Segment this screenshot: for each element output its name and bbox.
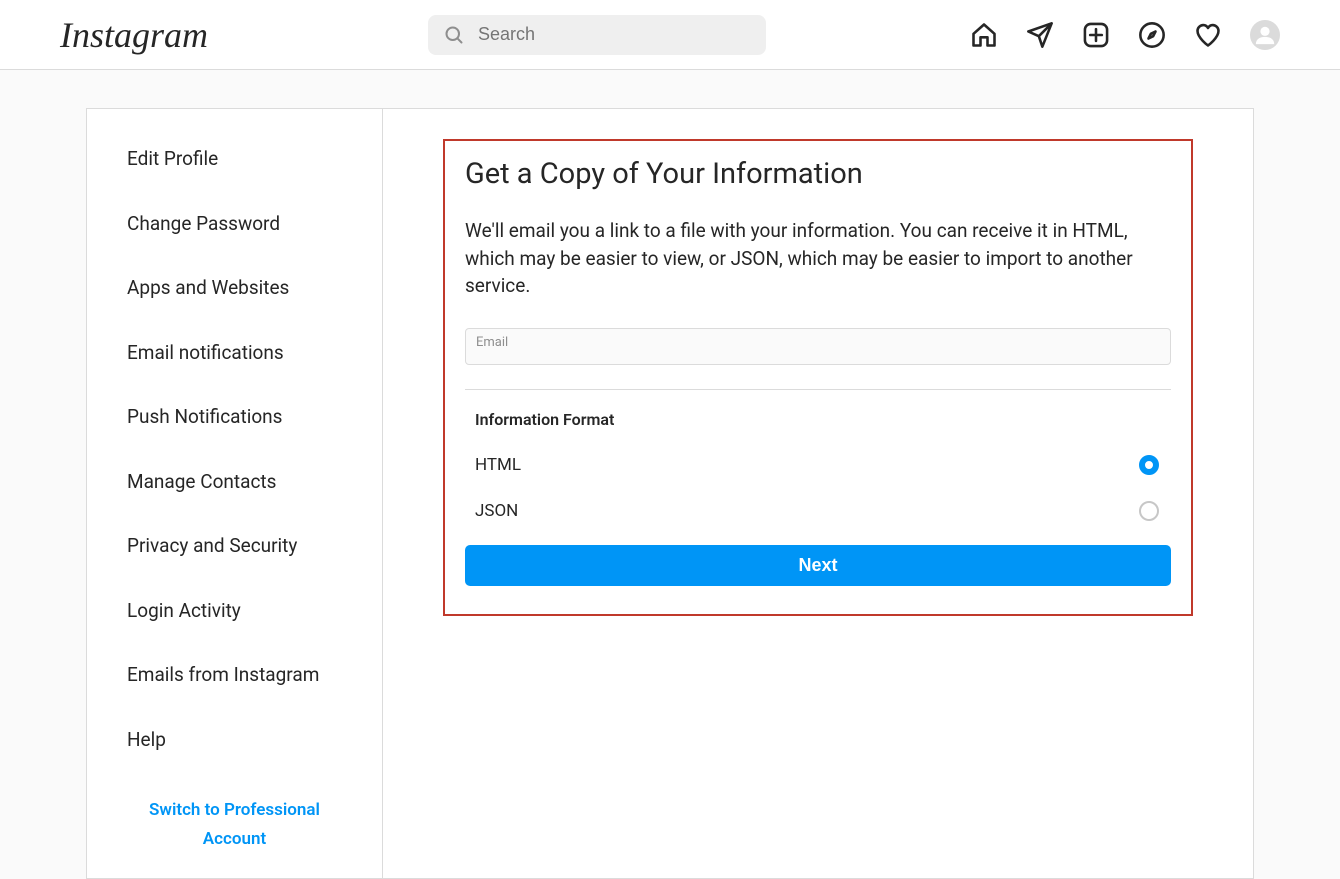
format-option-html[interactable]: HTML <box>465 447 1171 483</box>
nav-icons <box>970 20 1280 50</box>
page-title: Get a Copy of Your Information <box>465 157 1171 191</box>
top-nav: Instagram <box>0 0 1340 70</box>
home-icon[interactable] <box>970 21 998 49</box>
instagram-logo[interactable]: Instagram <box>60 14 208 56</box>
search-box[interactable] <box>428 15 766 55</box>
format-header: Information Format <box>475 410 1161 429</box>
new-post-icon[interactable] <box>1082 21 1110 49</box>
sidebar-item-change-password[interactable]: Change Password <box>87 192 382 257</box>
sidebar-item-edit-profile[interactable]: Edit Profile <box>87 127 382 192</box>
search-icon <box>444 25 464 45</box>
sidebar-item-manage-contacts[interactable]: Manage Contacts <box>87 450 382 515</box>
format-option-html-label: HTML <box>475 455 521 475</box>
settings-container: Edit Profile Change Password Apps and We… <box>86 108 1254 879</box>
next-button[interactable]: Next <box>465 545 1171 586</box>
activity-heart-icon[interactable] <box>1194 21 1222 49</box>
switch-professional-link[interactable]: Switch to Professional Account <box>87 772 382 878</box>
sidebar-item-apps-websites[interactable]: Apps and Websites <box>87 256 382 321</box>
sidebar-item-privacy-security[interactable]: Privacy and Security <box>87 514 382 579</box>
search-input[interactable] <box>478 24 750 45</box>
email-field[interactable]: Email <box>465 328 1171 365</box>
sidebar-item-help[interactable]: Help <box>87 708 382 773</box>
format-option-json-label: JSON <box>475 501 518 521</box>
format-option-json[interactable]: JSON <box>465 493 1171 529</box>
page-description: We'll email you a link to a file with yo… <box>465 217 1171 300</box>
sidebar-item-emails-instagram[interactable]: Emails from Instagram <box>87 643 382 708</box>
sidebar-item-login-activity[interactable]: Login Activity <box>87 579 382 644</box>
settings-main: Get a Copy of Your Information We'll ema… <box>383 109 1253 878</box>
email-label: Email <box>476 335 1160 350</box>
download-data-panel: Get a Copy of Your Information We'll ema… <box>443 139 1193 616</box>
section-divider <box>465 389 1171 390</box>
sidebar-item-email-notifications[interactable]: Email notifications <box>87 321 382 386</box>
settings-sidebar: Edit Profile Change Password Apps and We… <box>87 109 383 878</box>
radio-html[interactable] <box>1139 455 1159 475</box>
profile-avatar[interactable] <box>1250 20 1280 50</box>
explore-icon[interactable] <box>1138 21 1166 49</box>
sidebar-item-push-notifications[interactable]: Push Notifications <box>87 385 382 450</box>
messenger-icon[interactable] <box>1026 21 1054 49</box>
radio-json[interactable] <box>1139 501 1159 521</box>
